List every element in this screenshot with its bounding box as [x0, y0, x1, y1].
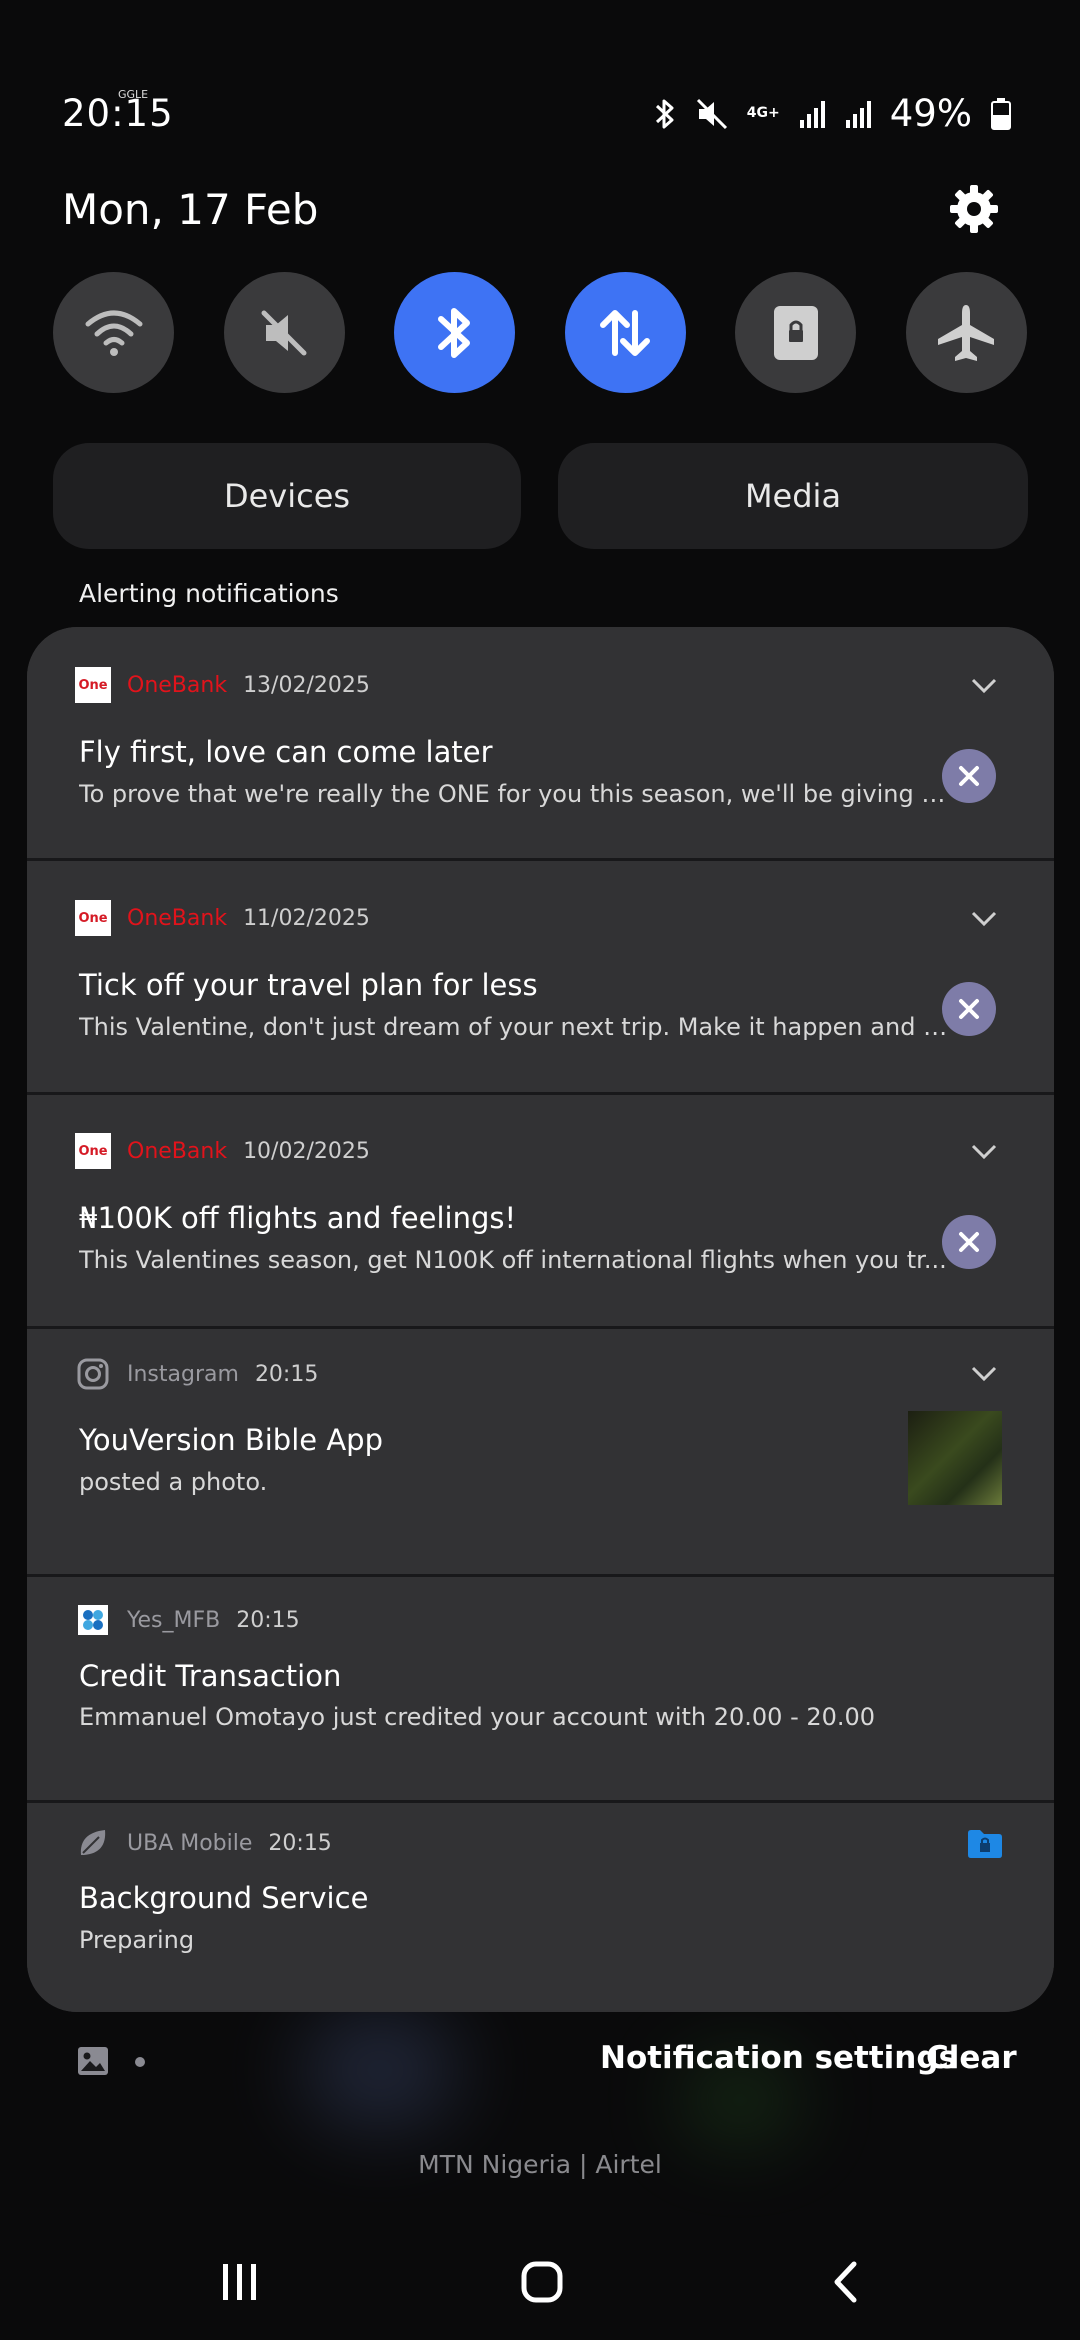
notification-header: Yes_MFB 20:15 [75, 1602, 300, 1638]
notification-settings-button[interactable]: Notification settings [600, 2040, 957, 2076]
wifi-icon [85, 310, 142, 356]
notification-title: Background Service [79, 1881, 369, 1915]
mute-icon [261, 310, 307, 355]
quick-settings [53, 272, 1027, 393]
sound-toggle[interactable] [223, 272, 345, 393]
notification-card[interactable]: One OneBank 13/02/2025 Fly first, love c… [27, 627, 1054, 858]
notification-panel: One OneBank 13/02/2025 Fly first, love c… [27, 627, 1054, 2012]
battery-percent: 49% [889, 92, 972, 135]
wifi-toggle[interactable] [53, 272, 174, 393]
bluetooth-icon [437, 307, 470, 358]
chevron-down-icon[interactable] [970, 1143, 998, 1161]
notification-card[interactable]: UBA Mobile 20:15 Background Service Prep… [27, 1803, 1054, 2012]
notification-title: Credit Transaction [79, 1659, 342, 1693]
notification-card[interactable]: Instagram 20:15 YouVersion Bible App pos… [27, 1329, 1054, 1574]
media-button[interactable]: Media [558, 443, 1028, 549]
notification-body: To prove that we're really the ONE for y… [79, 780, 959, 808]
data-icon [600, 309, 651, 356]
clear-button[interactable]: Clear [926, 2040, 1017, 2076]
mute-icon [696, 98, 727, 129]
notification-body: This Valentines season, get N100K off in… [79, 1246, 947, 1274]
close-icon [959, 999, 979, 1019]
mobile-data-toggle[interactable] [564, 272, 686, 393]
bluetooth-icon [655, 99, 674, 128]
close-icon [959, 766, 979, 786]
onebank-app-icon: One [75, 667, 111, 703]
chevron-down-icon[interactable] [970, 1365, 998, 1383]
home-button[interactable] [520, 2260, 564, 2304]
app-name: Instagram [127, 1361, 239, 1387]
photo-thumbnail[interactable] [908, 1411, 1002, 1505]
dismiss-button[interactable] [942, 749, 996, 803]
signal-icon [799, 100, 825, 128]
rotation-lock-toggle[interactable] [735, 272, 857, 393]
airplane-mode-toggle[interactable] [905, 272, 1027, 393]
yes-mfb-app-icon [78, 1605, 108, 1635]
notification-time: 20:15 [236, 1607, 300, 1633]
notification-time: 20:15 [268, 1830, 332, 1856]
notification-body: Preparing [79, 1926, 195, 1954]
bluetooth-toggle[interactable] [394, 272, 516, 393]
chevron-down-icon[interactable] [970, 677, 998, 695]
status-icons: 4G+ 49% [653, 92, 1012, 135]
close-icon [959, 1232, 979, 1252]
notification-header: One OneBank 10/02/2025 [75, 1133, 370, 1169]
app-name: Yes_MFB [127, 1607, 221, 1633]
dismiss-button[interactable] [942, 1215, 996, 1269]
notification-time: 11/02/2025 [243, 905, 370, 931]
devices-label: Devices [223, 477, 351, 515]
chevron-down-icon[interactable] [970, 910, 998, 928]
notification-time: 13/02/2025 [243, 672, 370, 698]
notification-card[interactable]: One OneBank 10/02/2025 ₦100K off flights… [27, 1095, 1054, 1326]
airplane-icon [938, 304, 995, 361]
notification-card[interactable]: Yes_MFB 20:15 Credit Transaction Emmanue… [27, 1577, 1054, 1800]
carrier-label: MTN Nigeria | Airtel [418, 2150, 662, 2179]
notification-title: ₦100K off flights and feelings! [79, 1201, 517, 1235]
notification-title: YouVersion Bible App [79, 1423, 383, 1457]
back-button[interactable] [830, 2260, 860, 2304]
dismiss-button[interactable] [942, 982, 996, 1036]
lock-icon [773, 305, 818, 360]
notification-time: 20:15 [254, 1361, 319, 1387]
section-label: Alerting notifications [79, 579, 339, 608]
recents-button[interactable] [220, 2262, 260, 2302]
app-name: OneBank [127, 905, 228, 931]
onebank-app-icon: One [75, 900, 111, 936]
notification-title: Tick off your travel plan for less [79, 968, 538, 1002]
notification-body: posted a photo. [79, 1468, 268, 1496]
battery-icon [991, 97, 1011, 130]
folder-icon [968, 1830, 1002, 1858]
notification-time: 10/02/2025 [243, 1138, 370, 1164]
image-icon [78, 2047, 108, 2075]
devices-button[interactable]: Devices [53, 443, 521, 549]
gear-icon [950, 185, 998, 233]
panel-footer: Notification settings Clear [0, 2040, 1080, 2100]
settings-button[interactable] [948, 183, 1000, 235]
signal-icon [845, 100, 871, 128]
notification-title: Fly first, love can come later [79, 735, 493, 769]
notification-card[interactable]: One OneBank 11/02/2025 Tick off your tra… [27, 861, 1054, 1092]
leaf-icon [80, 1830, 106, 1855]
status-bar: 20:15 GGLE 4G+ 49% [0, 0, 1080, 170]
app-name: UBA Mobile [127, 1830, 253, 1856]
network-type: 4G+ [746, 105, 780, 121]
onebank-app-icon: One [75, 1133, 111, 1169]
media-label: Media [744, 477, 842, 515]
app-name: OneBank [127, 1138, 228, 1164]
date: Mon, 17 Feb [62, 185, 319, 234]
notification-header: One OneBank 11/02/2025 [75, 900, 370, 936]
notification-header: Instagram 20:15 [75, 1356, 318, 1392]
notification-body: This Valentine, don't just dream of your… [79, 1013, 959, 1041]
clock-badge: GGLE [118, 88, 149, 101]
notification-header: UBA Mobile 20:15 [75, 1825, 332, 1861]
notification-header: One OneBank 13/02/2025 [75, 667, 370, 703]
instagram-icon [77, 1358, 109, 1390]
navigation-bar [0, 2250, 1080, 2310]
dot-indicator [135, 2057, 145, 2067]
app-name: OneBank [127, 672, 228, 698]
notification-body: Emmanuel Omotayo just credited your acco… [79, 1703, 876, 1731]
